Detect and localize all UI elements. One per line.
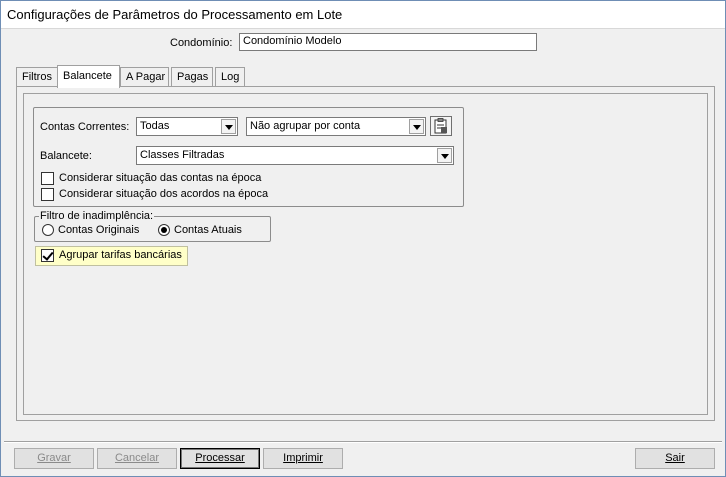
agrupar-conta-select[interactable]: Não agrupar por conta: [246, 117, 426, 136]
tab-filtros[interactable]: Filtros: [16, 67, 58, 87]
chevron-down-icon[interactable]: [437, 148, 452, 163]
sair-button-label: Sair: [665, 452, 685, 464]
gravar-button[interactable]: Gravar: [14, 448, 94, 469]
tab-balancete[interactable]: Balancete: [57, 65, 120, 88]
clipboard-settings-icon: [434, 118, 447, 134]
window-title: Configurações de Parâmetros do Processam…: [7, 7, 343, 22]
contas-correntes-value: Todas: [140, 120, 170, 132]
balancete-value: Classes Filtradas: [140, 149, 225, 161]
settings-button[interactable]: [430, 116, 452, 136]
situacao-contas-checkbox[interactable]: [41, 172, 54, 185]
agrupar-tarifas-checkbox[interactable]: [41, 249, 54, 262]
contas-atuais-label: Contas Atuais: [174, 224, 242, 236]
cancelar-button-label: Cancelar: [114, 452, 160, 464]
contas-correntes-label: Contas Correntes:: [40, 121, 130, 133]
tab-label: Pagas: [177, 71, 209, 83]
agrupar-conta-value: Não agrupar por conta: [250, 120, 361, 132]
condominio-label: Condomínio:: [170, 37, 233, 49]
tab-label: Log: [221, 71, 240, 83]
chevron-down-icon[interactable]: [409, 119, 424, 134]
tab-pagas[interactable]: Pagas: [171, 67, 213, 87]
contas-atuais-radio[interactable]: [158, 224, 170, 236]
filtro-inadimplencia-title: Filtro de inadimplência:: [39, 210, 155, 222]
chevron-down-icon[interactable]: [221, 119, 236, 134]
contas-originais-label: Contas Originais: [58, 224, 140, 236]
tab-label: Filtros: [22, 71, 52, 83]
processar-button-label: Processar: [195, 452, 245, 464]
cancelar-button[interactable]: Cancelar: [97, 448, 177, 469]
main-window: Configurações de Parâmetros do Processam…: [0, 0, 726, 477]
tab-label: A Pagar: [126, 71, 166, 83]
tab-a-pagar[interactable]: A Pagar: [120, 67, 169, 87]
gravar-button-label: Gravar: [37, 452, 71, 464]
imprimir-button-label: Imprimir: [283, 452, 323, 464]
imprimir-button[interactable]: Imprimir: [263, 448, 343, 469]
contas-originais-radio[interactable]: [42, 224, 54, 236]
title-bar: Configurações de Parâmetros do Processam…: [1, 1, 725, 29]
situacao-acordos-checkbox[interactable]: [41, 188, 54, 201]
tab-log[interactable]: Log: [215, 67, 245, 87]
balancete-label: Balancete:: [40, 150, 92, 162]
condominio-field[interactable]: Condomínio Modelo: [239, 33, 537, 51]
contas-correntes-select[interactable]: Todas: [136, 117, 238, 136]
button-bar-divider-highlight: [4, 442, 722, 443]
situacao-contas-label: Considerar situação das contas na época: [59, 172, 262, 184]
processar-button[interactable]: Processar: [180, 448, 260, 469]
sair-button[interactable]: Sair: [635, 448, 715, 469]
balancete-select[interactable]: Classes Filtradas: [136, 146, 454, 165]
situacao-acordos-label: Considerar situação dos acordos na época: [59, 188, 269, 200]
agrupar-tarifas-label: Agrupar tarifas bancárias: [59, 249, 182, 261]
tab-label: Balancete: [63, 70, 112, 82]
